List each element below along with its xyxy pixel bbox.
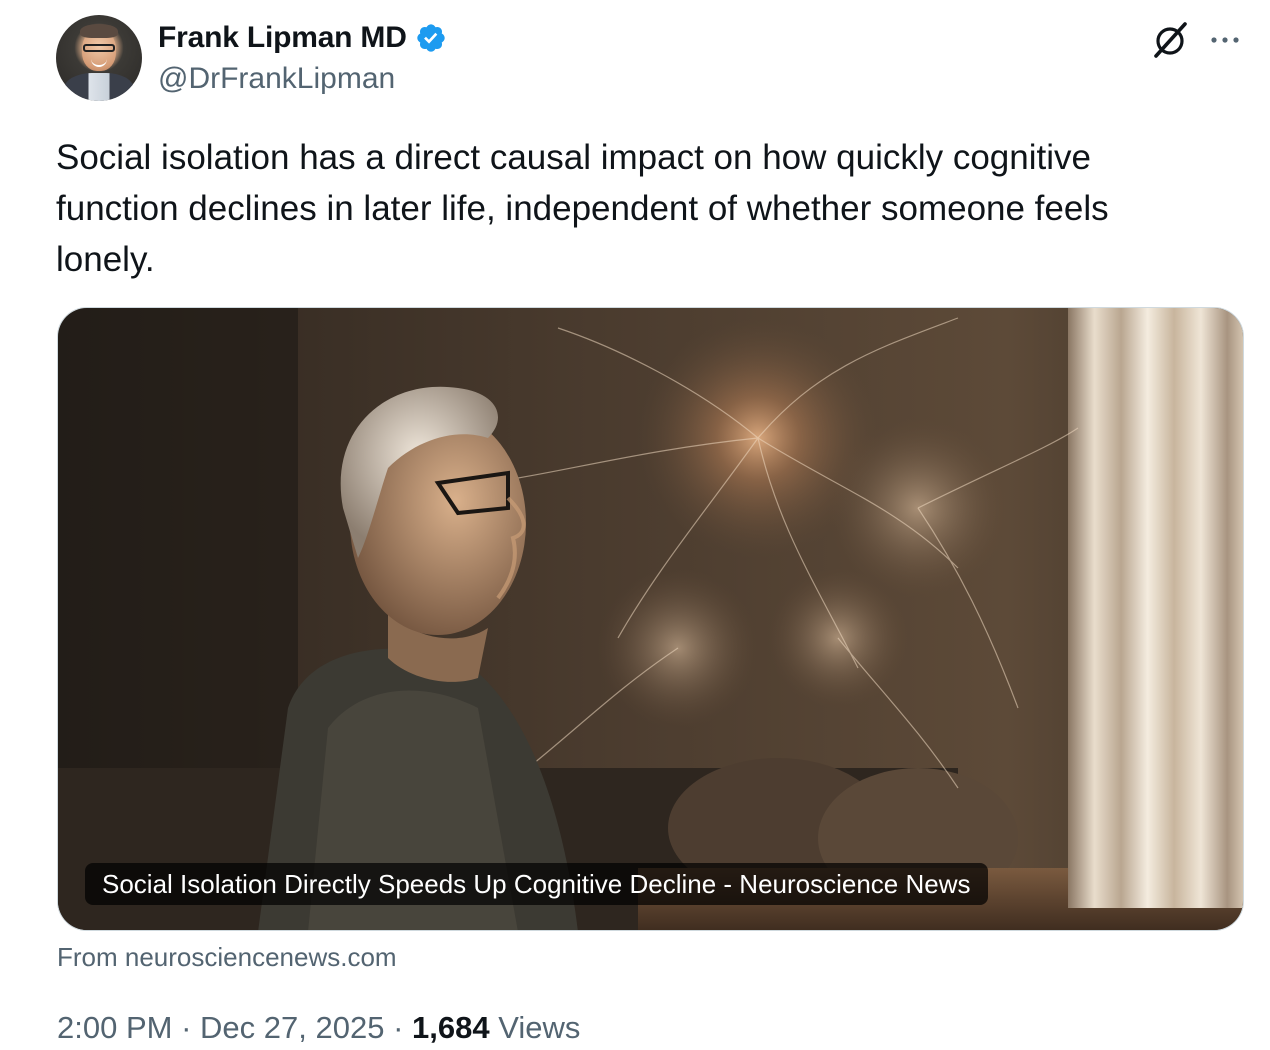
- verified-badge-icon: [417, 24, 445, 52]
- author-handle[interactable]: @DrFrankLipman: [158, 62, 395, 96]
- card-image: [58, 308, 1243, 930]
- tweet-time[interactable]: 2:00 PM: [57, 1010, 172, 1045]
- grok-icon[interactable]: [1150, 20, 1190, 60]
- card-title[interactable]: Social Isolation Directly Speeds Up Cogn…: [85, 863, 988, 905]
- views-label[interactable]: Views: [498, 1010, 580, 1045]
- tweet-meta: 2:00 PM · Dec 27, 2025 · 1,684 Views: [57, 1010, 580, 1046]
- tweet-text: Social isolation has a direct causal imp…: [56, 138, 1109, 279]
- author-name-row[interactable]: Frank Lipman MD: [158, 18, 447, 58]
- tweet-date[interactable]: Dec 27, 2025: [200, 1010, 384, 1045]
- avatar-glasses: [83, 44, 115, 52]
- meta-separator: ·: [181, 1010, 192, 1045]
- meta-separator: ·: [393, 1010, 404, 1045]
- more-dots-icon[interactable]: [1207, 22, 1243, 58]
- author-display-name[interactable]: Frank Lipman MD: [158, 21, 407, 55]
- views-count[interactable]: 1,684: [412, 1010, 490, 1045]
- tweet: Frank Lipman MD @DrFrankLipman Social is…: [0, 0, 1270, 1050]
- card-source[interactable]: From neurosciencenews.com: [57, 942, 397, 973]
- avatar-shirt: [64, 73, 134, 101]
- avatar[interactable]: [56, 15, 142, 101]
- link-card[interactable]: Social Isolation Directly Speeds Up Cogn…: [57, 307, 1244, 931]
- avatar-hair: [80, 24, 118, 38]
